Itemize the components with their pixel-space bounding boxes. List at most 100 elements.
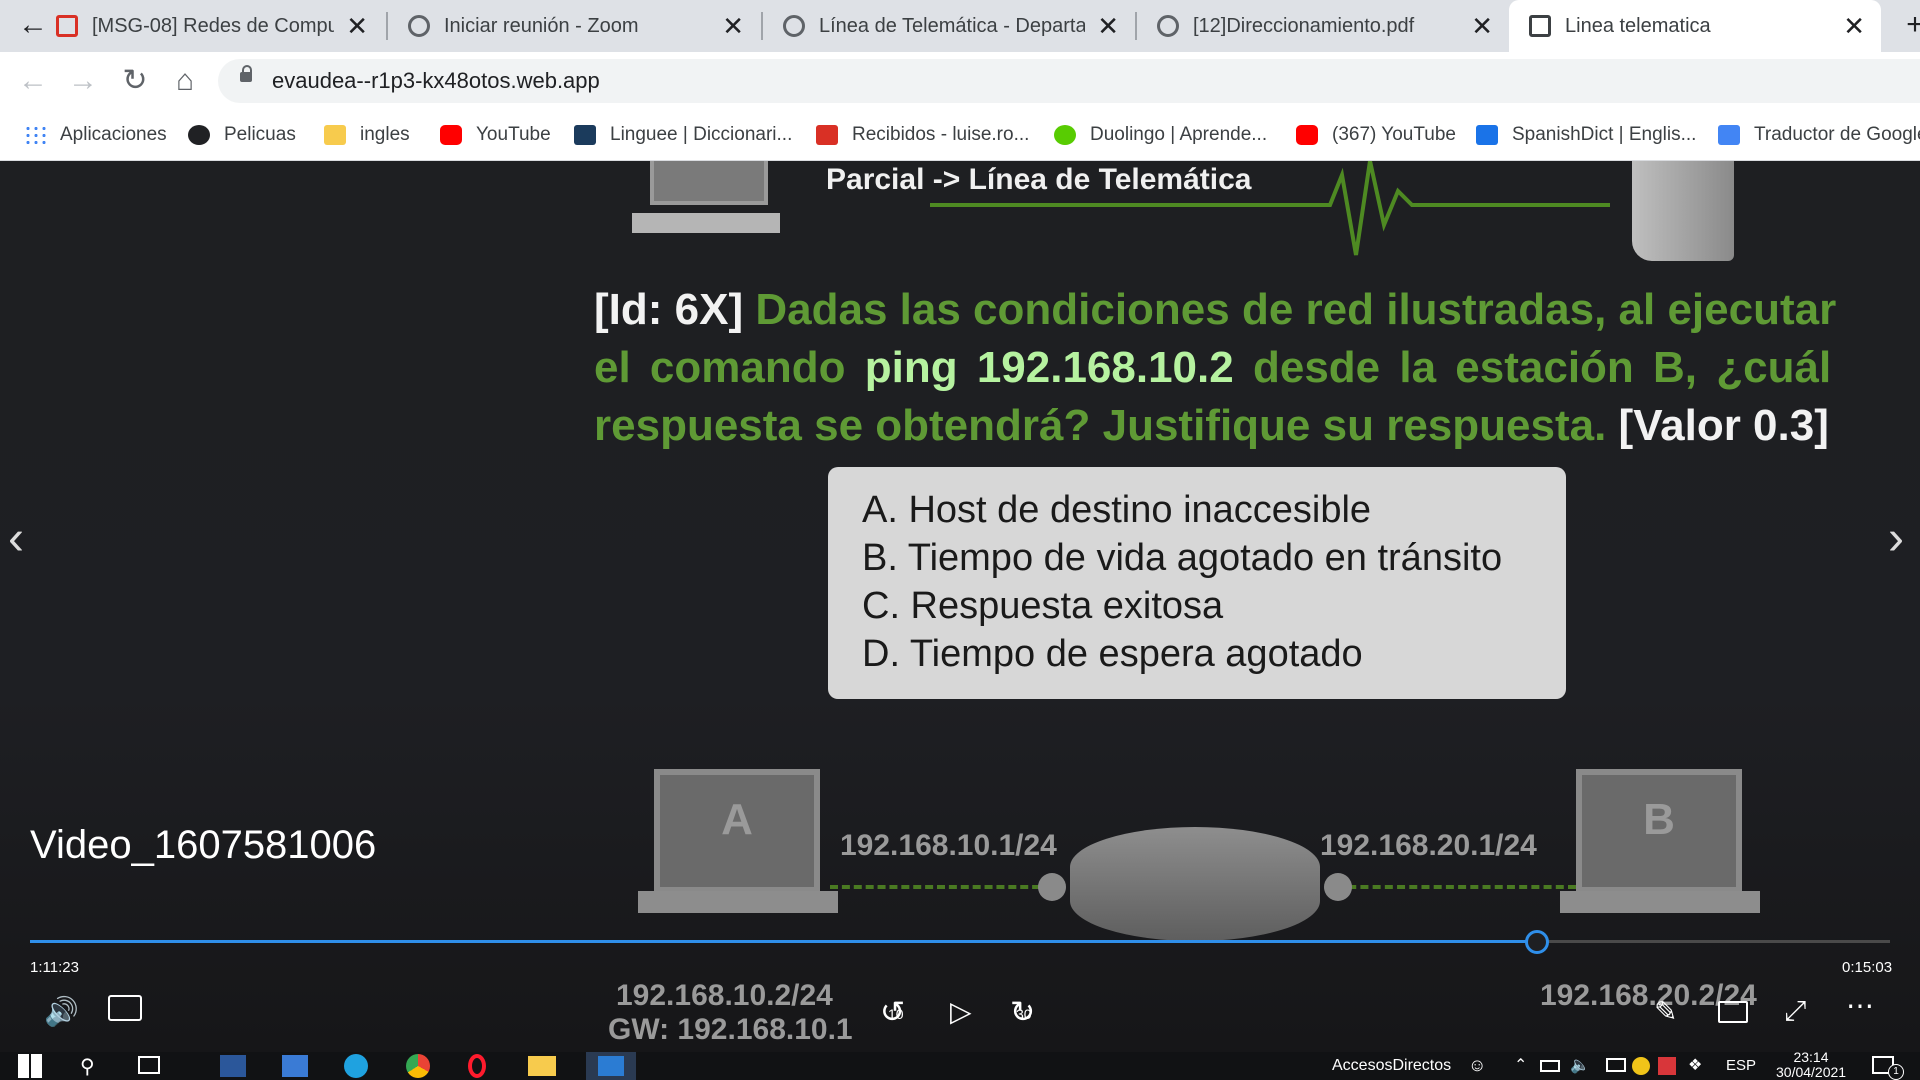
active-app-highlight[interactable] bbox=[586, 1052, 636, 1080]
header-server-icon bbox=[1632, 161, 1734, 261]
video-title: Video_1607581006 bbox=[30, 823, 377, 867]
battery-icon[interactable] bbox=[1540, 1060, 1560, 1072]
doc-icon bbox=[1529, 15, 1551, 37]
back-icon[interactable]: ← bbox=[14, 62, 52, 100]
google-translate-icon bbox=[1718, 125, 1740, 145]
question-line-1: [Id: 6X] Dadas las condiciones de red il… bbox=[594, 285, 1837, 334]
bookmark-aplicaciones[interactable]: Aplicaciones bbox=[24, 120, 167, 150]
globe-icon bbox=[783, 15, 805, 37]
laptop-a-icon: A bbox=[654, 769, 820, 893]
duolingo-icon bbox=[1054, 125, 1076, 145]
router-icon bbox=[1070, 827, 1320, 941]
close-tab-icon[interactable]: ✕ bbox=[1097, 11, 1119, 42]
tab-redes[interactable]: [MSG-08] Redes de Computadores ✕ bbox=[36, 0, 384, 52]
next-slide-icon[interactable]: › bbox=[1888, 511, 1904, 566]
globe-icon bbox=[1157, 15, 1179, 37]
language-indicator[interactable]: ESP bbox=[1726, 1057, 1756, 1074]
heartbeat-line-icon bbox=[930, 161, 1610, 256]
gmail-icon bbox=[816, 125, 838, 145]
url-text[interactable]: evaudea--r1p3-kx48otos.web.app bbox=[272, 68, 600, 94]
bookmark-spanishdict[interactable]: SpanishDict | Englis... bbox=[1476, 120, 1696, 150]
link-a-router bbox=[830, 885, 1052, 889]
elapsed-time: 1:11:23 bbox=[30, 959, 79, 976]
header-laptop-icon bbox=[650, 161, 768, 205]
option-a: A. Host de destino inaccesible bbox=[862, 489, 1372, 531]
address-bar[interactable]: evaudea--r1p3-kx48otos.web.app bbox=[218, 59, 1920, 103]
windows-taskbar: ⚲ AccesosDirectos ☺ ⌃ 🔈 ❖ ESP 23:14 30/0… bbox=[0, 1050, 1920, 1080]
laptop-b-icon: B bbox=[1576, 769, 1742, 893]
link-router-b bbox=[1336, 885, 1576, 889]
bookmark-ingles[interactable]: ingles bbox=[324, 120, 410, 150]
apps-grid-icon bbox=[24, 125, 46, 145]
gateway-host-a: GW: 192.168.10.1 bbox=[608, 1013, 853, 1046]
question-line-2: el comando ping 192.168.10.2 desde la es… bbox=[594, 343, 1832, 392]
video-app-icon bbox=[598, 1056, 624, 1076]
seek-thumb[interactable] bbox=[1524, 930, 1549, 954]
chrome-icon[interactable] bbox=[406, 1054, 430, 1078]
bookmarks-bar: Aplicaciones Pelicuas ingles YouTube Lin… bbox=[0, 110, 1920, 161]
option-c: C. Respuesta exitosa bbox=[862, 585, 1224, 627]
windows-start-icon[interactable] bbox=[18, 1054, 42, 1078]
close-tab-icon[interactable]: ✕ bbox=[346, 11, 368, 42]
home-icon[interactable]: ⌂ bbox=[166, 62, 204, 100]
network-icon[interactable] bbox=[1606, 1058, 1626, 1072]
tab-zoom[interactable]: Iniciar reunión - Zoom ✕ bbox=[388, 0, 760, 52]
tab-strip: ← [MSG-08] Redes de Computadores ✕ Inici… bbox=[0, 0, 1920, 52]
ip-host-a: 192.168.10.2/24 bbox=[616, 979, 833, 1012]
app-icon[interactable] bbox=[282, 1055, 308, 1077]
word-icon[interactable] bbox=[220, 1055, 246, 1077]
bookmark-gmail[interactable]: Recibidos - luise.ro... bbox=[816, 120, 1029, 150]
volume-icon[interactable]: 🔊 bbox=[44, 995, 79, 1028]
bookmark-duolingo[interactable]: Duolingo | Aprende... bbox=[1054, 120, 1267, 150]
people-icon[interactable]: ☺ bbox=[1468, 1055, 1486, 1076]
reload-icon[interactable]: ↻ bbox=[116, 62, 154, 100]
notification-count: 1 bbox=[1888, 1064, 1904, 1080]
opera-icon[interactable] bbox=[468, 1054, 486, 1078]
close-tab-icon[interactable]: ✕ bbox=[1843, 11, 1865, 42]
lock-icon bbox=[240, 65, 252, 82]
linguee-icon bbox=[574, 125, 596, 145]
bookmark-youtube[interactable]: YouTube bbox=[440, 120, 551, 150]
file-explorer-icon[interactable] bbox=[528, 1056, 556, 1076]
tab-linea-telematica[interactable]: Linea telematica ✕ bbox=[1509, 0, 1881, 52]
speaker-icon[interactable]: 🔈 bbox=[1570, 1055, 1590, 1075]
previous-slide-icon[interactable]: ‹ bbox=[8, 511, 24, 566]
question-line-3: respuesta se obtendrá? Justifique su res… bbox=[594, 401, 1829, 450]
play-icon[interactable]: ▷ bbox=[950, 995, 972, 1028]
clock[interactable]: 23:14 30/04/2021 bbox=[1776, 1050, 1846, 1080]
show-hidden-icons[interactable]: ⌃ bbox=[1514, 1055, 1527, 1075]
movie-icon bbox=[188, 125, 210, 145]
more-options-icon[interactable]: ⋯ bbox=[1846, 989, 1874, 1022]
answer-options-box: A. Host de destino inaccesible B. Tiempo… bbox=[828, 467, 1566, 699]
tab-direccionamiento[interactable]: [12]Direccionamiento.pdf ✕ bbox=[1137, 0, 1509, 52]
captions-icon[interactable] bbox=[108, 995, 142, 1021]
bookmark-youtube-367[interactable]: (367) YouTube bbox=[1296, 120, 1456, 150]
close-tab-icon[interactable]: ✕ bbox=[722, 11, 744, 42]
forward-icon[interactable]: → bbox=[64, 62, 102, 100]
pen-icon[interactable]: ✎ bbox=[1654, 995, 1677, 1028]
youtube-icon bbox=[440, 125, 462, 145]
remaining-time: 0:15:03 bbox=[1842, 959, 1893, 976]
bookmark-translate[interactable]: Traductor de Google bbox=[1718, 120, 1920, 150]
video-player[interactable]: Parcial -> Línea de Telemática [Id: 6X] … bbox=[0, 161, 1920, 1052]
close-tab-icon[interactable]: ✕ bbox=[1471, 11, 1493, 42]
new-tab-icon[interactable]: + bbox=[1896, 6, 1920, 44]
toolbar-label[interactable]: AccesosDirectos bbox=[1332, 1057, 1451, 1075]
ip-router-left: 192.168.10.1/24 bbox=[840, 829, 1057, 862]
bookmark-linguee[interactable]: Linguee | Diccionari... bbox=[574, 120, 792, 150]
task-view-icon[interactable] bbox=[138, 1056, 160, 1074]
youtube-icon bbox=[1296, 125, 1318, 145]
seek-progress bbox=[30, 940, 1537, 943]
spanishdict-icon bbox=[1476, 125, 1498, 145]
seek-track[interactable] bbox=[30, 930, 1890, 954]
tray-app-icon[interactable] bbox=[1632, 1057, 1650, 1075]
search-icon[interactable]: ⚲ bbox=[80, 1054, 95, 1079]
option-b: B. Tiempo de vida agotado en tránsito bbox=[862, 537, 1503, 579]
dropbox-icon[interactable]: ❖ bbox=[1688, 1055, 1702, 1075]
exit-fullscreen-icon[interactable]: ⤢ bbox=[1784, 995, 1806, 1028]
miniplayer-icon[interactable] bbox=[1718, 1001, 1748, 1023]
tray-antivirus-icon[interactable] bbox=[1658, 1057, 1676, 1075]
tab-telematica-depto[interactable]: Línea de Telemática - Departamento ✕ bbox=[763, 0, 1135, 52]
edge-icon[interactable] bbox=[344, 1054, 368, 1078]
bookmark-pelicuas[interactable]: Pelicuas bbox=[188, 120, 296, 150]
